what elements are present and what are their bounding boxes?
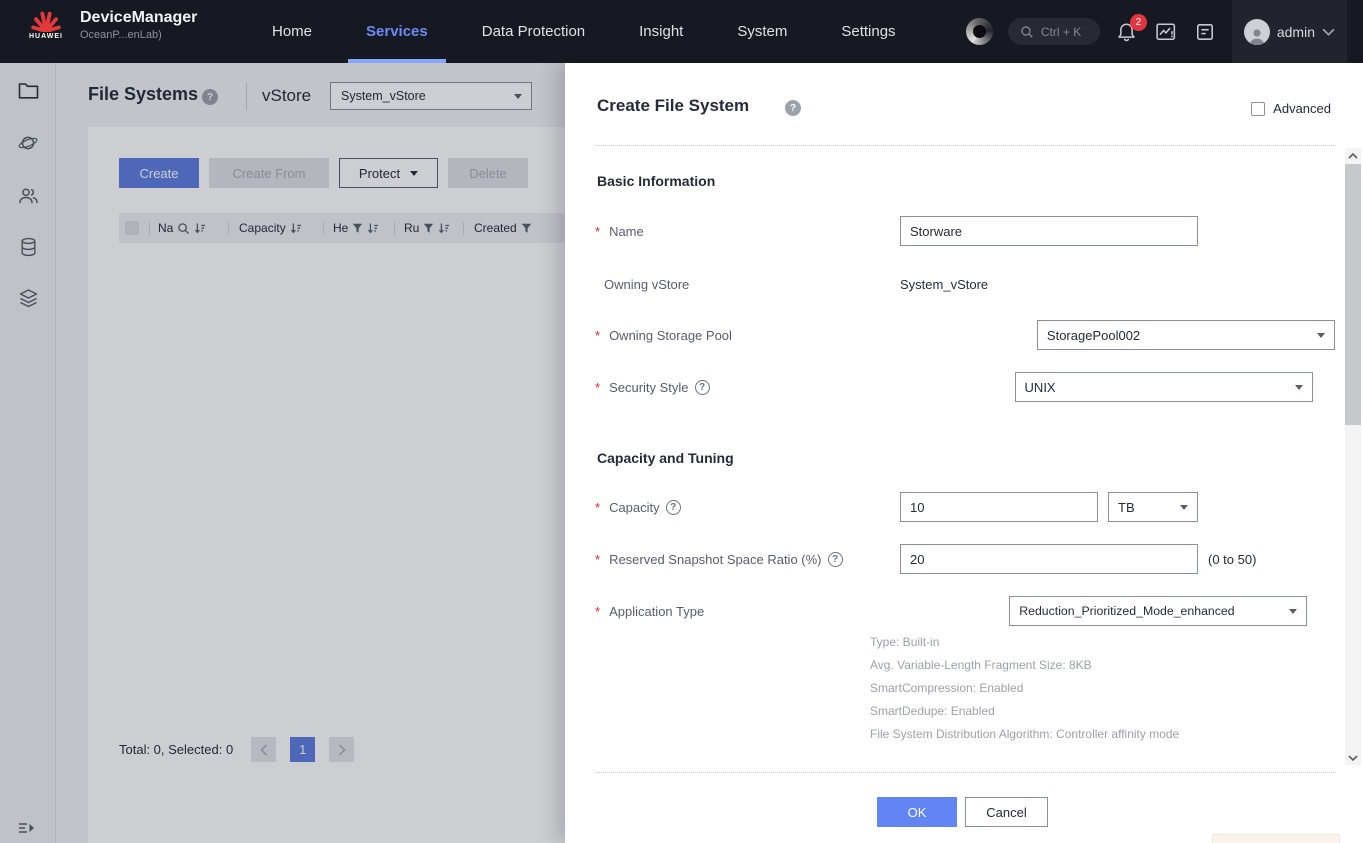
- chevron-down-icon: [1322, 28, 1335, 36]
- notifications-button[interactable]: 2: [1115, 20, 1139, 44]
- toast-peek: [1212, 834, 1340, 843]
- app-detail-type: Type: Built-in: [870, 635, 939, 649]
- capacity-input[interactable]: [900, 492, 1098, 522]
- security-style-row: Security Style UNIX: [595, 372, 1336, 402]
- document-list-icon: [1196, 23, 1214, 41]
- avatar: [1244, 19, 1270, 45]
- brand-logo[interactable]: HUAWEI DeviceManager OceanP...enLab): [24, 8, 197, 41]
- security-style-select[interactable]: UNIX: [1015, 372, 1313, 402]
- security-style-value: UNIX: [1025, 380, 1056, 395]
- snapshot-ratio-help-icon[interactable]: [828, 552, 843, 567]
- divider: [595, 772, 1336, 773]
- performance-chart-icon: [1156, 23, 1176, 41]
- name-field-row: Name: [595, 216, 1336, 246]
- nav-item-insight[interactable]: Insight: [633, 0, 689, 63]
- modal-overlay: [0, 63, 565, 843]
- search-icon: [1020, 25, 1034, 39]
- application-type-value: Reduction_Prioritized_Mode_enhanced: [1019, 604, 1234, 618]
- nav-item-home[interactable]: Home: [266, 0, 318, 63]
- owning-vstore-value: System_vStore: [900, 277, 988, 292]
- user-menu[interactable]: admin: [1232, 0, 1347, 63]
- app-detail-dedupe: SmartDedupe: Enabled: [870, 704, 995, 718]
- owning-pool-value: StoragePool002: [1047, 328, 1140, 343]
- capacity-unit-select[interactable]: TB: [1108, 492, 1198, 522]
- caret-down-icon: [1289, 609, 1297, 614]
- name-label: Name: [595, 224, 644, 239]
- theme-ring-icon[interactable]: [966, 18, 993, 45]
- nav-item-data-protection[interactable]: Data Protection: [476, 0, 591, 63]
- capacity-tuning-heading: Capacity and Tuning: [597, 450, 734, 466]
- snapshot-ratio-row: Reserved Snapshot Space Ratio (%) (0 to …: [595, 544, 1336, 574]
- huawei-logo-icon: HUAWEI: [24, 10, 68, 40]
- snapshot-ratio-hint: (0 to 50): [1208, 552, 1256, 567]
- caret-down-icon: [1295, 385, 1303, 390]
- nav-item-services[interactable]: Services: [360, 0, 434, 63]
- cancel-button[interactable]: Cancel: [965, 797, 1048, 827]
- security-style-label: Security Style: [595, 380, 689, 395]
- owning-vstore-label: Owning vStore: [595, 277, 689, 292]
- notification-badge: 2: [1130, 14, 1147, 31]
- advanced-toggle[interactable]: Advanced: [1251, 101, 1331, 116]
- owning-vstore-row: Owning vStore System_vStore: [595, 269, 1336, 299]
- advanced-label: Advanced: [1273, 101, 1331, 116]
- main-nav: Home Services Data Protection Insight Sy…: [266, 0, 902, 63]
- advanced-checkbox[interactable]: [1251, 102, 1265, 116]
- scroll-down-icon[interactable]: [1345, 750, 1361, 765]
- security-style-help-icon[interactable]: [695, 380, 710, 395]
- basic-info-heading: Basic Information: [597, 173, 715, 189]
- app-title: DeviceManager: [80, 8, 197, 27]
- app-detail-fragment-size: Avg. Variable-Length Fragment Size: 8KB: [870, 658, 1092, 672]
- owning-pool-row: Owning Storage Pool StoragePool002: [595, 320, 1336, 350]
- ok-button[interactable]: OK: [877, 797, 957, 827]
- caret-down-icon: [1180, 505, 1188, 510]
- topbar-actions: Ctrl + K 2: [966, 0, 1347, 63]
- brand-logo-text: HUAWEI: [29, 33, 63, 40]
- username-label: admin: [1277, 24, 1315, 40]
- create-file-system-panel: Create File System Advanced Basic Inform…: [565, 63, 1363, 843]
- capacity-help-icon[interactable]: [666, 500, 681, 515]
- owning-pool-label: Owning Storage Pool: [595, 328, 732, 343]
- divider: [595, 145, 1336, 146]
- capacity-row: Capacity TB: [595, 492, 1336, 522]
- snapshot-ratio-label: Reserved Snapshot Space Ratio (%): [595, 552, 822, 567]
- name-input[interactable]: [900, 216, 1198, 246]
- screen: HUAWEI DeviceManager OceanP...enLab) Hom…: [0, 0, 1363, 843]
- owning-pool-select[interactable]: StoragePool002: [1037, 320, 1335, 350]
- global-search[interactable]: Ctrl + K: [1008, 18, 1100, 45]
- app-detail-compression: SmartCompression: Enabled: [870, 681, 1023, 695]
- scrollbar-thumb[interactable]: [1345, 164, 1361, 425]
- application-type-label: Application Type: [595, 604, 704, 619]
- device-name: OceanP...enLab): [80, 29, 197, 41]
- app-detail-distribution: File System Distribution Algorithm: Cont…: [870, 727, 1179, 741]
- performance-alert-button[interactable]: [1154, 20, 1178, 44]
- capacity-label: Capacity: [595, 500, 660, 515]
- caret-down-icon: [1317, 333, 1325, 338]
- panel-scrollbar[interactable]: [1345, 148, 1361, 765]
- dialog-help-icon[interactable]: [785, 100, 801, 116]
- scroll-up-icon[interactable]: [1345, 148, 1361, 163]
- nav-item-system[interactable]: System: [731, 0, 793, 63]
- capacity-unit-value: TB: [1118, 500, 1135, 515]
- application-type-select[interactable]: Reduction_Prioritized_Mode_enhanced: [1009, 596, 1307, 626]
- search-shortcut-label: Ctrl + K: [1041, 25, 1081, 39]
- task-log-button[interactable]: [1193, 20, 1217, 44]
- nav-item-settings[interactable]: Settings: [835, 0, 901, 63]
- application-type-row: Application Type Reduction_Prioritized_M…: [595, 596, 1336, 626]
- snapshot-ratio-input[interactable]: [900, 544, 1198, 574]
- dialog-title: Create File System: [597, 96, 749, 116]
- topbar: HUAWEI DeviceManager OceanP...enLab) Hom…: [0, 0, 1363, 63]
